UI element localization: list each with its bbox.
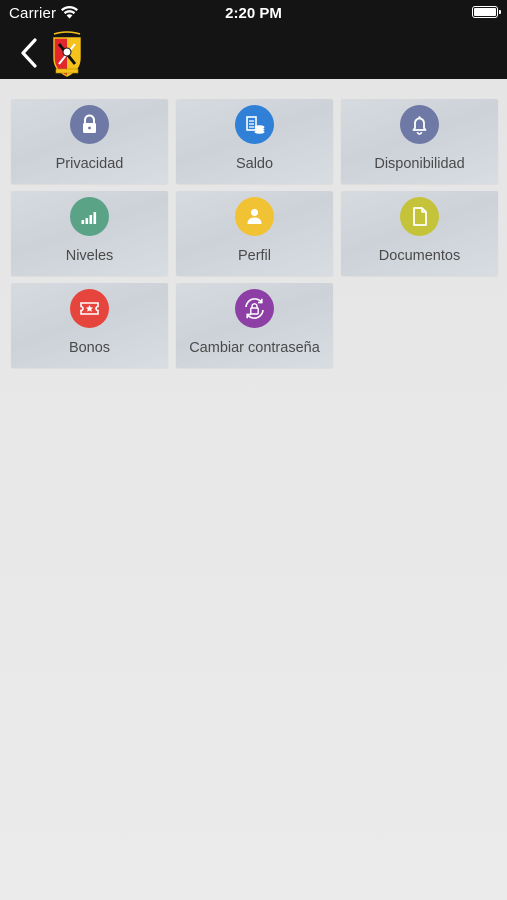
document-icon	[400, 197, 439, 236]
top-bar: Carrier 2:20 PM	[0, 0, 507, 79]
menu-area: Privacidad Saldo Disponibilidad Niveles …	[0, 79, 507, 900]
menu-item-saldo[interactable]: Saldo	[176, 99, 333, 184]
chevron-left-icon[interactable]	[18, 36, 42, 70]
ticket-icon	[70, 289, 109, 328]
signal-bars-icon	[70, 197, 109, 236]
refresh-lock-icon	[235, 289, 274, 328]
menu-item-privacidad[interactable]: Privacidad	[11, 99, 168, 184]
menu-item-bonos[interactable]: Bonos	[11, 283, 168, 368]
menu-item-label: Saldo	[235, 156, 274, 172]
user-icon	[235, 197, 274, 236]
menu-item-label: Cambiar contraseña	[189, 340, 320, 356]
menu-item-label: Privacidad	[55, 156, 124, 172]
club-crest-icon	[50, 30, 84, 78]
menu-item-label: Perfil	[237, 248, 272, 264]
menu-item-label: Documentos	[378, 248, 461, 264]
menu-item-label: Bonos	[68, 340, 111, 356]
menu-item-niveles[interactable]: Niveles	[11, 191, 168, 276]
menu-item-perfil[interactable]: Perfil	[176, 191, 333, 276]
battery-icon	[472, 6, 501, 18]
menu-item-label: Disponibilidad	[374, 156, 465, 172]
menu-item-documentos[interactable]: Documentos	[341, 191, 498, 276]
status-bar: Carrier 2:20 PM	[0, 0, 507, 28]
menu-item-label: Niveles	[65, 248, 114, 264]
clock: 2:20 PM	[225, 5, 282, 22]
menu-item-disponibilidad[interactable]: Disponibilidad	[341, 99, 498, 184]
bell-icon	[400, 105, 439, 144]
menu-item-cambiar-contrasena[interactable]: Cambiar contraseña	[176, 283, 333, 368]
navigation-bar	[0, 28, 507, 79]
lock-icon	[70, 105, 109, 144]
balance-icon	[235, 105, 274, 144]
